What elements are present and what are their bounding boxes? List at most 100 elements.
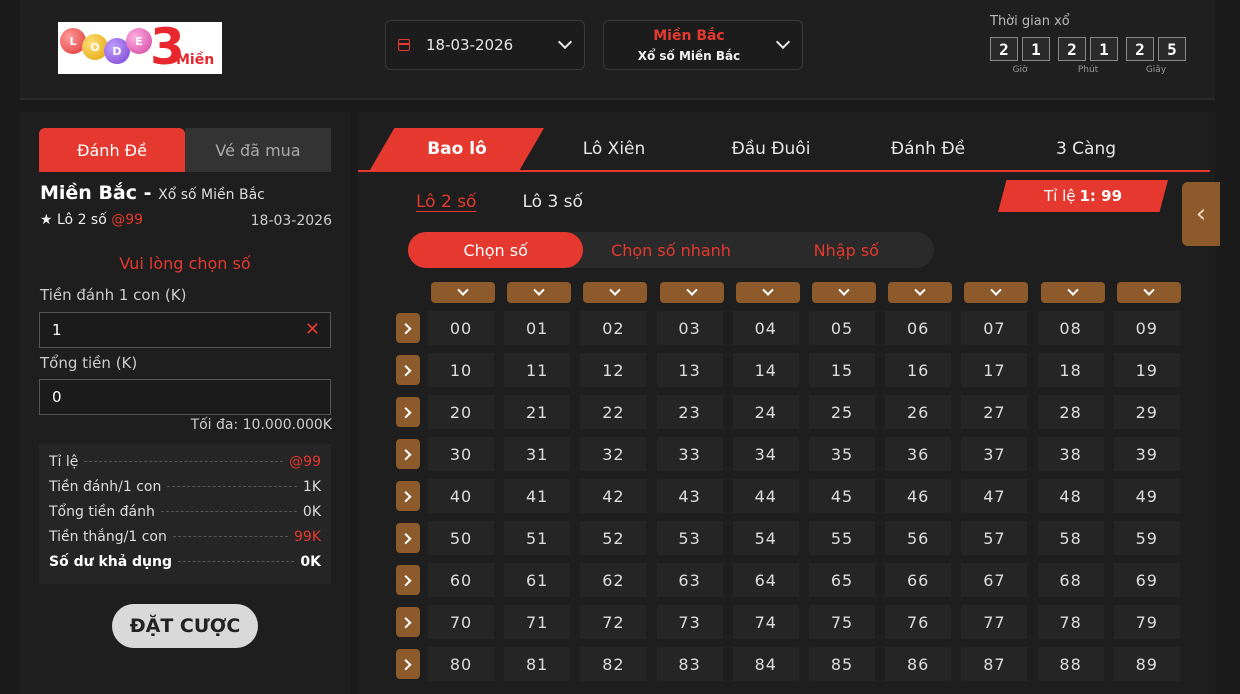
number-cell[interactable]: 66 <box>885 563 952 597</box>
number-cell[interactable]: 01 <box>504 311 571 345</box>
number-cell[interactable]: 31 <box>504 437 571 471</box>
number-cell[interactable]: 74 <box>732 605 799 639</box>
number-cell[interactable]: 68 <box>1037 563 1104 597</box>
mode-choose-number[interactable]: Chọn số <box>408 232 584 268</box>
column-select-button[interactable] <box>735 282 800 303</box>
number-cell[interactable]: 75 <box>809 605 875 639</box>
number-cell[interactable]: 22 <box>580 395 647 429</box>
number-cell[interactable]: 19 <box>1113 353 1180 387</box>
number-cell[interactable]: 35 <box>809 437 875 471</box>
row-select-button[interactable] <box>396 565 420 595</box>
row-select-button[interactable] <box>396 355 420 385</box>
number-cell[interactable]: 54 <box>732 521 799 555</box>
number-cell[interactable]: 03 <box>656 311 723 345</box>
number-cell[interactable]: 39 <box>1113 437 1180 471</box>
number-cell[interactable]: 56 <box>885 521 952 555</box>
number-cell[interactable]: 27 <box>961 395 1028 429</box>
number-cell[interactable]: 11 <box>504 353 571 387</box>
number-cell[interactable]: 20 <box>428 395 494 429</box>
number-cell[interactable]: 23 <box>656 395 723 429</box>
column-select-button[interactable] <box>888 282 953 303</box>
number-cell[interactable]: 09 <box>1113 311 1180 345</box>
number-cell[interactable]: 59 <box>1113 521 1180 555</box>
number-cell[interactable]: 38 <box>1037 437 1104 471</box>
amount-per-number-input[interactable]: 1 ✕ <box>39 312 331 348</box>
subtab-lo-2-so[interactable]: Lô 2 số <box>416 192 476 212</box>
number-cell[interactable]: 40 <box>428 479 494 513</box>
column-select-button[interactable] <box>1040 282 1105 303</box>
number-cell[interactable]: 51 <box>504 521 571 555</box>
number-cell[interactable]: 25 <box>809 395 875 429</box>
number-cell[interactable]: 36 <box>885 437 952 471</box>
column-select-button[interactable] <box>659 282 724 303</box>
tab-place-bet[interactable]: Đánh Đề <box>39 128 185 172</box>
number-cell[interactable]: 29 <box>1113 395 1180 429</box>
row-select-button[interactable] <box>396 523 420 553</box>
row-select-button[interactable] <box>396 313 420 343</box>
number-cell[interactable]: 47 <box>961 479 1028 513</box>
number-cell[interactable]: 52 <box>580 521 647 555</box>
tab-3-cang[interactable]: 3 Càng <box>1016 128 1156 170</box>
number-cell[interactable]: 13 <box>656 353 723 387</box>
number-cell[interactable]: 78 <box>1037 605 1104 639</box>
tab-bao-lo[interactable]: Bao lô <box>370 128 544 170</box>
mode-enter-number[interactable]: Nhập số <box>759 232 934 268</box>
subtab-lo-3-so[interactable]: Lô 3 số <box>522 192 582 212</box>
number-cell[interactable]: 61 <box>504 563 571 597</box>
clear-icon[interactable]: ✕ <box>305 319 320 340</box>
row-select-button[interactable] <box>396 439 420 469</box>
number-cell[interactable]: 63 <box>656 563 723 597</box>
number-cell[interactable]: 05 <box>809 311 875 345</box>
number-cell[interactable]: 53 <box>656 521 723 555</box>
number-cell[interactable]: 07 <box>961 311 1028 345</box>
number-cell[interactable]: 81 <box>504 647 571 681</box>
number-cell[interactable]: 82 <box>580 647 647 681</box>
number-cell[interactable]: 17 <box>961 353 1028 387</box>
number-cell[interactable]: 26 <box>885 395 952 429</box>
number-cell[interactable]: 69 <box>1113 563 1180 597</box>
number-cell[interactable]: 88 <box>1037 647 1104 681</box>
number-cell[interactable]: 02 <box>580 311 647 345</box>
tab-lo-xien[interactable]: Lô Xiên <box>544 128 684 170</box>
number-cell[interactable]: 57 <box>961 521 1028 555</box>
number-cell[interactable]: 72 <box>580 605 647 639</box>
number-cell[interactable]: 04 <box>732 311 799 345</box>
place-bet-button[interactable]: ĐẶT CƯỢC <box>112 604 258 648</box>
row-select-button[interactable] <box>396 397 420 427</box>
number-cell[interactable]: 79 <box>1113 605 1180 639</box>
number-cell[interactable]: 37 <box>961 437 1028 471</box>
number-cell[interactable]: 42 <box>580 479 647 513</box>
number-cell[interactable]: 77 <box>961 605 1028 639</box>
number-cell[interactable]: 87 <box>961 647 1028 681</box>
number-cell[interactable]: 18 <box>1037 353 1104 387</box>
number-cell[interactable]: 84 <box>732 647 799 681</box>
number-cell[interactable]: 06 <box>885 311 952 345</box>
number-cell[interactable]: 64 <box>732 563 799 597</box>
number-cell[interactable]: 48 <box>1037 479 1104 513</box>
number-cell[interactable]: 44 <box>732 479 799 513</box>
tab-danh-de[interactable]: Đánh Đề <box>858 128 998 170</box>
total-amount-input[interactable]: 0 <box>39 379 331 415</box>
number-cell[interactable]: 65 <box>809 563 875 597</box>
number-cell[interactable]: 60 <box>428 563 494 597</box>
number-cell[interactable]: 12 <box>580 353 647 387</box>
row-select-button[interactable] <box>396 481 420 511</box>
number-cell[interactable]: 00 <box>428 311 494 345</box>
number-cell[interactable]: 67 <box>961 563 1028 597</box>
number-cell[interactable]: 86 <box>885 647 952 681</box>
column-select-button[interactable] <box>964 282 1029 303</box>
mode-quick-choose[interactable]: Chọn số nhanh <box>583 232 758 268</box>
tab-dau-duoi[interactable]: Đầu Đuôi <box>698 128 844 170</box>
number-cell[interactable]: 89 <box>1113 647 1180 681</box>
number-cell[interactable]: 08 <box>1037 311 1104 345</box>
number-cell[interactable]: 70 <box>428 605 494 639</box>
lode-3-mien-logo[interactable]: L O D E 3 Miền <box>58 22 222 74</box>
number-cell[interactable]: 45 <box>809 479 875 513</box>
column-select-button[interactable] <box>583 282 648 303</box>
number-cell[interactable]: 76 <box>885 605 952 639</box>
column-select-button[interactable] <box>812 282 876 303</box>
number-cell[interactable]: 50 <box>428 521 494 555</box>
number-cell[interactable]: 43 <box>656 479 723 513</box>
number-cell[interactable]: 30 <box>428 437 494 471</box>
column-select-button[interactable] <box>431 282 495 303</box>
